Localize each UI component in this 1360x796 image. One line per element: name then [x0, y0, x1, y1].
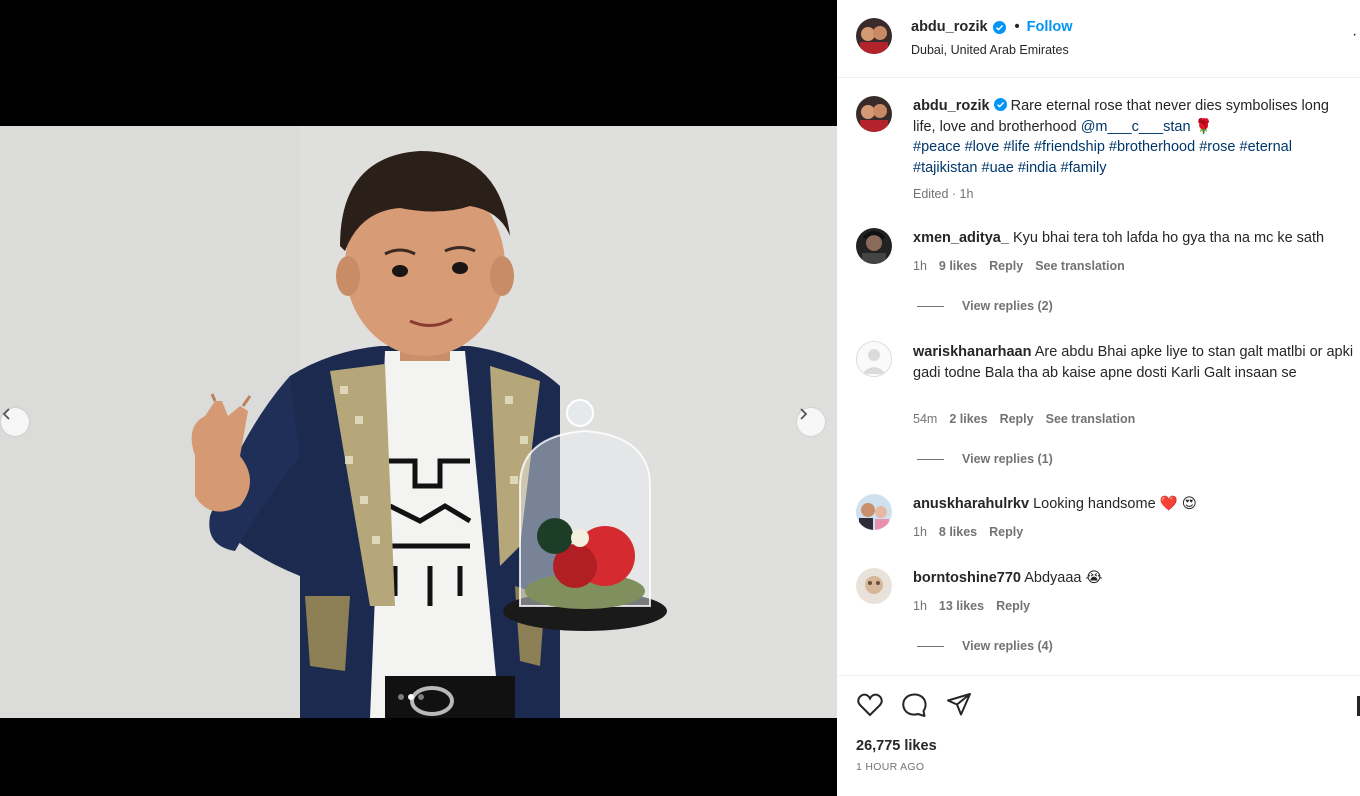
post-header: abdu_rozik • Follow Dubai, United Arab E…	[837, 0, 1360, 78]
carousel-dot	[398, 694, 404, 700]
view-replies-line	[917, 645, 944, 647]
follow-button[interactable]: Follow	[1027, 19, 1073, 35]
hashtag[interactable]: #brotherhood	[1109, 139, 1195, 155]
comment-username[interactable]: xmen_aditya_	[913, 230, 1009, 246]
comment-likes[interactable]: 2 likes	[949, 412, 987, 426]
caption-username[interactable]: abdu_rozik	[913, 98, 990, 114]
carousel-dot-active	[408, 694, 414, 700]
commenter-avatar[interactable]	[856, 228, 892, 264]
comment-meta: 1h 8 likes Reply	[913, 525, 1023, 539]
verified-badge-icon	[993, 98, 1007, 111]
media-panel	[0, 0, 837, 796]
comment-meta: 1h 13 likes Reply	[913, 599, 1030, 613]
reply-button[interactable]: Reply	[989, 525, 1023, 539]
comment-meta: 54m 2 likes Reply See translation	[913, 412, 1135, 426]
comment-likes[interactable]: 13 likes	[939, 599, 984, 613]
comment-body: wariskhanarhaan Are abdu Bhai apke liye …	[913, 342, 1355, 383]
more-options-icon[interactable]: ·	[1352, 26, 1357, 44]
comment-time[interactable]: 1h	[913, 599, 927, 613]
photo-illustration	[0, 126, 837, 718]
see-translation-button[interactable]: See translation	[1046, 412, 1136, 426]
commenter-avatar-default[interactable]	[856, 341, 892, 377]
view-replies-label: View replies (1)	[962, 452, 1053, 466]
comment-time[interactable]: 1h	[913, 259, 927, 273]
chevron-left-icon	[2, 408, 10, 420]
reply-button[interactable]: Reply	[989, 259, 1023, 273]
heart-icon[interactable]	[856, 691, 884, 719]
post-side-panel: abdu_rozik • Follow Dubai, United Arab E…	[837, 0, 1360, 796]
post-location[interactable]: Dubai, United Arab Emirates	[911, 43, 1069, 57]
comment-icon[interactable]	[900, 691, 928, 719]
verified-badge-icon	[992, 20, 1006, 34]
next-slide-button[interactable]	[797, 408, 825, 436]
hashtag[interactable]: #uae	[982, 160, 1014, 176]
carousel-dots	[398, 694, 424, 700]
hashtag[interactable]: #india	[1018, 160, 1057, 176]
view-replies-button[interactable]: View replies (1)	[917, 452, 1053, 466]
comment-likes[interactable]: 9 likes	[939, 259, 977, 273]
hashtag[interactable]: #eternal	[1240, 139, 1292, 155]
comment-body: borntoshine770 Abdyaaa 😭	[913, 568, 1355, 589]
post-photo[interactable]	[0, 126, 837, 718]
comment-time[interactable]: 54m	[913, 412, 937, 426]
author-avatar[interactable]	[856, 18, 892, 54]
comment-time[interactable]: 1h	[913, 525, 927, 539]
comment-username[interactable]: wariskhanarhaan	[913, 344, 1031, 360]
caption-meta: Edited · 1h	[913, 187, 973, 201]
hashtag[interactable]: #love	[965, 139, 1000, 155]
rose-emoji: 🌹	[1194, 118, 1213, 135]
comment-username[interactable]: anuskharahulrkv	[913, 496, 1029, 512]
hashtag[interactable]: #life	[1003, 139, 1030, 155]
comment-likes[interactable]: 8 likes	[939, 525, 977, 539]
see-translation-button[interactable]: See translation	[1035, 259, 1125, 273]
post-actions: 26,775 likes 1 HOUR AGO	[837, 675, 1360, 796]
commenter-avatar[interactable]	[856, 494, 892, 530]
hashtag[interactable]: #peace	[913, 139, 961, 155]
separator-dot: •	[1014, 19, 1020, 35]
reply-button[interactable]: Reply	[1000, 412, 1034, 426]
chevron-right-icon	[800, 408, 808, 420]
comment-username[interactable]: borntoshine770	[913, 570, 1021, 586]
author-username[interactable]: abdu_rozik	[911, 19, 988, 35]
comment-body: xmen_aditya_ Kyu bhai tera toh lafda ho …	[913, 228, 1355, 249]
comment-text: Kyu bhai tera toh lafda ho gya tha na mc…	[1012, 230, 1325, 246]
view-replies-line	[917, 305, 944, 307]
likes-count[interactable]: 26,775 likes	[856, 738, 937, 754]
view-replies-label: View replies (2)	[962, 299, 1053, 313]
edited-label: Edited · 1h	[913, 187, 974, 201]
hashtag[interactable]: #friendship	[1034, 139, 1105, 155]
view-replies-button[interactable]: View replies (2)	[917, 299, 1053, 313]
hashtag[interactable]: #family	[1061, 160, 1107, 176]
share-icon[interactable]	[945, 691, 973, 719]
comment-text: Abdyaaa 😭	[1024, 570, 1103, 586]
commenter-avatar[interactable]	[856, 568, 892, 604]
post-timestamp[interactable]: 1 HOUR AGO	[856, 761, 924, 773]
carousel-dot	[418, 694, 424, 700]
reply-button[interactable]: Reply	[996, 599, 1030, 613]
hashtag[interactable]: #rose	[1199, 139, 1235, 155]
view-replies-button[interactable]: View replies (4)	[917, 639, 1053, 653]
caption-avatar[interactable]	[856, 96, 892, 132]
comment-text: Looking handsome ❤️ 😍	[1033, 496, 1197, 512]
post-caption: abdu_rozik Rare eternal rose that never …	[913, 96, 1355, 178]
prev-slide-button[interactable]	[1, 408, 29, 436]
comments-section[interactable]: abdu_rozik Rare eternal rose that never …	[837, 78, 1360, 675]
view-replies-label: View replies (4)	[962, 639, 1053, 653]
comment-meta: 1h 9 likes Reply See translation	[913, 259, 1125, 273]
comment-body: anuskharahulrkv Looking handsome ❤️ 😍	[913, 494, 1355, 515]
caption-mention[interactable]: @m___c___stan	[1081, 119, 1191, 135]
post-author: abdu_rozik • Follow	[911, 19, 1073, 35]
hashtag[interactable]: #tajikistan	[913, 160, 977, 176]
view-replies-line	[917, 458, 944, 460]
